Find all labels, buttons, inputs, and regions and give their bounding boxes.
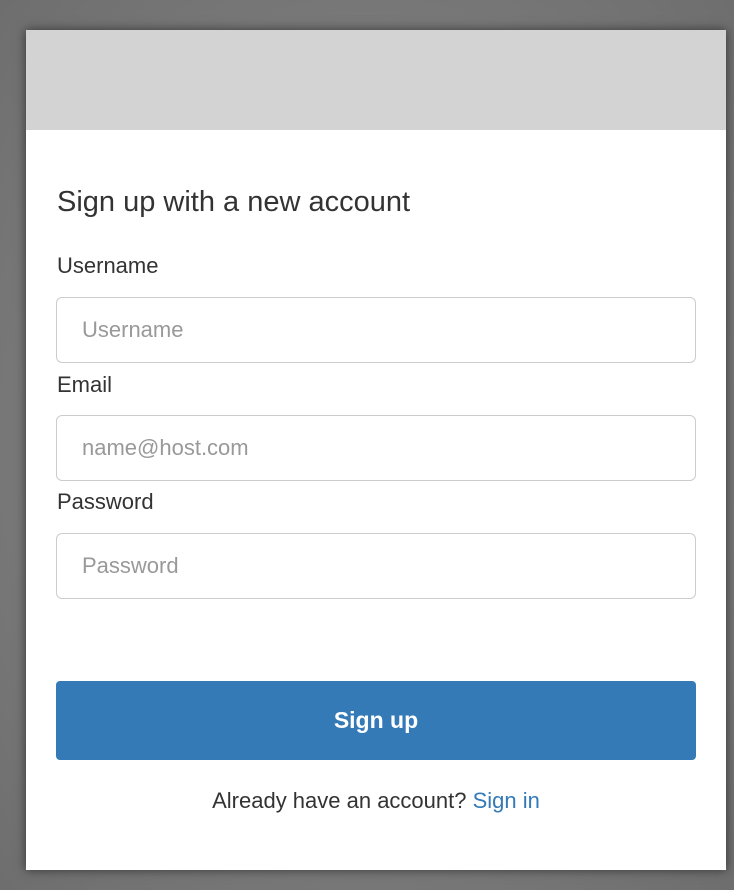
password-input[interactable]: [56, 533, 696, 599]
signin-prompt: Already have an account?: [212, 788, 467, 813]
username-label: Username: [57, 253, 159, 278]
signup-button[interactable]: Sign up: [56, 681, 696, 760]
signup-card: Sign up with a new account Username Emai…: [26, 30, 726, 870]
signin-row: Already have an account? Sign in: [26, 787, 726, 815]
email-label: Email: [57, 372, 113, 397]
form-heading: Sign up with a new account: [57, 186, 411, 218]
email-input[interactable]: [56, 415, 696, 481]
signin-link[interactable]: Sign in: [473, 788, 540, 813]
username-input[interactable]: [56, 297, 696, 363]
card-header-banner: [26, 30, 726, 130]
password-label: Password: [57, 489, 154, 514]
